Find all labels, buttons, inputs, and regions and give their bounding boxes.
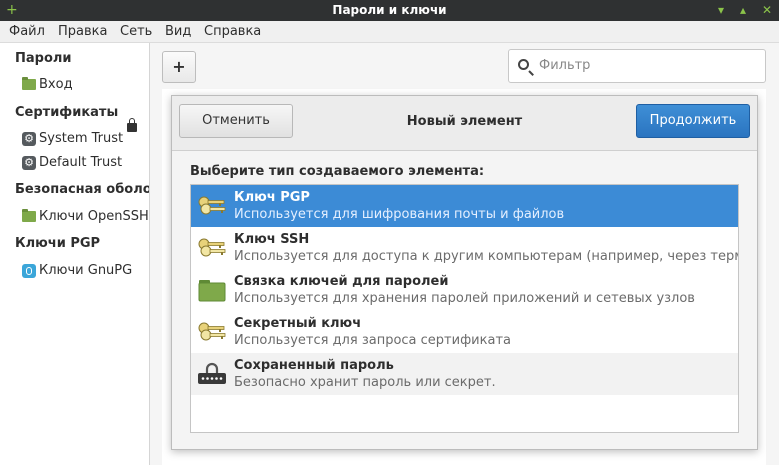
list-item-stored-password[interactable]: Сохраненный пароль Безопасно хранит паро… xyxy=(191,353,738,395)
gnupg-icon xyxy=(22,264,36,278)
list-item-password-keyring[interactable]: Связка ключей для паролей Используется д… xyxy=(191,269,738,311)
gear-icon: ⚙ xyxy=(22,156,36,170)
sidebar-item-label: System Trust xyxy=(39,131,124,146)
minimize-icon[interactable]: ▾ xyxy=(718,0,724,21)
sidebar-item-openssh-keys[interactable]: Ключи OpenSSH xyxy=(22,208,149,226)
list-item-name: Секретный ключ xyxy=(234,316,362,331)
sidebar-item-label: Default Trust xyxy=(39,155,123,170)
add-button[interactable]: + xyxy=(162,51,196,83)
sidebar-section-pgp-keys: Ключи PGP xyxy=(15,236,101,251)
continue-button[interactable]: Продолжить xyxy=(636,104,750,138)
sidebar-item-login[interactable]: Вход xyxy=(22,76,142,94)
sidebar-section-certificates: Сертификаты xyxy=(15,105,119,120)
list-item-desc: Используется для шифрования почты и файл… xyxy=(234,207,565,222)
menu-network[interactable]: Сеть xyxy=(120,21,152,43)
filter-placeholder: Фильтр xyxy=(539,58,591,73)
maximize-icon[interactable]: ▴ xyxy=(740,0,746,21)
folder-icon xyxy=(22,209,36,222)
cancel-button[interactable]: Отменить xyxy=(179,104,293,138)
menu-view[interactable]: Вид xyxy=(165,21,191,43)
menu-file[interactable]: Файл xyxy=(9,21,45,43)
list-item-name: Связка ключей для паролей xyxy=(234,274,449,289)
menu-edit[interactable]: Правка xyxy=(58,21,107,43)
folder-icon xyxy=(22,77,36,90)
list-item-name: Ключ SSH xyxy=(234,232,310,247)
list-item-desc: Безопасно хранит пароль или секрет. xyxy=(234,375,496,390)
sidebar: Пароли Вход Сертификаты ⚙ System Trust ⚙… xyxy=(0,43,150,465)
sidebar-item-gnupg-keys[interactable]: Ключи GnuPG xyxy=(22,262,142,280)
menu-bar: Файл Правка Сеть Вид Справка xyxy=(0,21,779,43)
title-bar: + Пароли и ключи ▾ ▴ ✕ xyxy=(0,0,779,21)
list-item-desc: Используется для хранения паролей прилож… xyxy=(234,291,695,306)
sidebar-item-system-trust[interactable]: ⚙ System Trust xyxy=(22,130,142,148)
keys-icon xyxy=(198,196,226,215)
item-type-list: Ключ PGP Используется для шифрования поч… xyxy=(190,184,739,433)
close-icon[interactable]: ✕ xyxy=(762,0,772,21)
sidebar-item-label: Ключи OpenSSH xyxy=(39,209,149,224)
sidebar-item-default-trust[interactable]: ⚙ Default Trust xyxy=(22,154,142,172)
dialog-prompt: Выберите тип создаваемого элемента: xyxy=(190,164,485,179)
list-item-ssh-key[interactable]: Ключ SSH Используется для доступа к друг… xyxy=(191,227,738,269)
list-item-secret-key[interactable]: Секретный ключ Используется для запроса … xyxy=(191,311,738,353)
search-icon xyxy=(518,59,529,70)
list-item-name: Ключ PGP xyxy=(234,190,310,205)
menu-help[interactable]: Справка xyxy=(204,21,261,43)
gear-icon: ⚙ xyxy=(22,132,36,146)
filter-input[interactable]: Фильтр xyxy=(508,49,766,83)
list-item-desc: Используется для запроса сертификата xyxy=(234,333,511,348)
sidebar-item-label: Ключи GnuPG xyxy=(39,263,133,278)
window-title: Пароли и ключи xyxy=(332,3,447,17)
lock-password-icon xyxy=(198,362,226,384)
new-item-dialog: Новый элемент Отменить Продолжить Выбери… xyxy=(171,95,758,450)
list-item-name: Сохраненный пароль xyxy=(234,358,394,373)
sidebar-section-secure-shell: Безопасная оболочка xyxy=(15,182,149,197)
dialog-header: Новый элемент Отменить Продолжить xyxy=(172,96,757,151)
folder-icon xyxy=(198,280,226,302)
list-item-desc: Используется для доступа к другим компью… xyxy=(234,249,739,264)
list-item-pgp-key[interactable]: Ключ PGP Используется для шифрования поч… xyxy=(191,185,738,227)
sidebar-section-passwords: Пароли xyxy=(15,51,72,66)
keys-icon xyxy=(198,322,226,341)
sidebar-item-label: Вход xyxy=(39,77,73,92)
keys-icon xyxy=(198,238,226,257)
